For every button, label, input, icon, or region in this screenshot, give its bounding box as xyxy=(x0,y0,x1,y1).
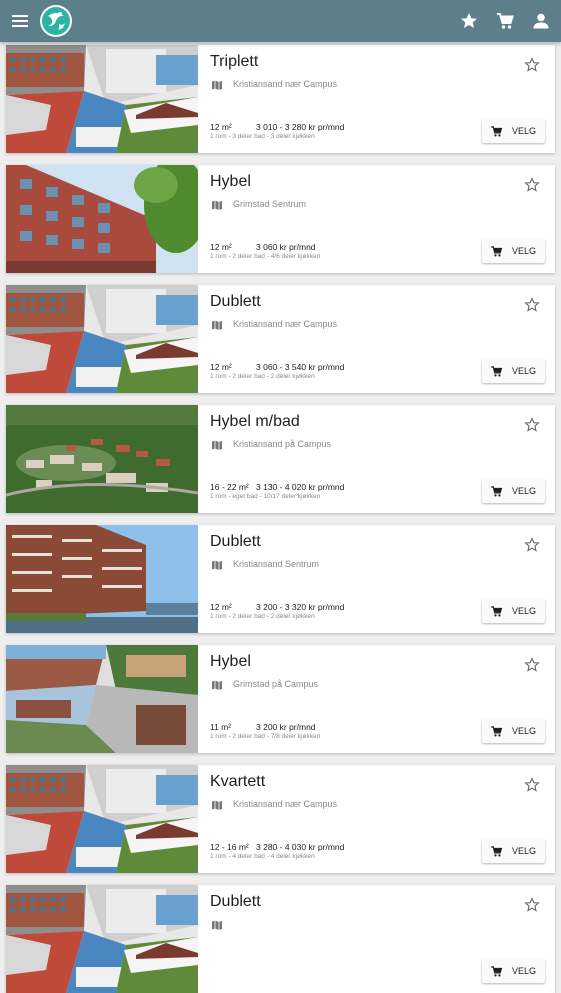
cart-icon xyxy=(491,246,503,257)
listing-area: 12 m² xyxy=(210,242,232,252)
listing-area: 11 m² xyxy=(210,722,232,732)
cart-icon xyxy=(491,846,503,857)
listing-image xyxy=(6,405,198,513)
velg-button[interactable]: VELG xyxy=(482,599,545,623)
listing-location: Grimstad på Campus xyxy=(233,679,319,689)
listing-details: 1 rom - eget bad - 10/17 deler kjøkken xyxy=(210,493,321,500)
map-icon xyxy=(212,200,222,210)
listing-image xyxy=(6,45,198,153)
listing-card-8[interactable]: Dublett VELG xyxy=(6,885,555,993)
favorite-star-icon[interactable] xyxy=(524,897,540,913)
cart-icon xyxy=(491,486,503,497)
velg-button-label: VELG xyxy=(512,726,537,736)
listing-details: 1 rom - 2 deler bad - 2 deler kjøkken xyxy=(210,373,315,380)
listing-area: 12 m² xyxy=(210,122,232,132)
listing-card-6[interactable]: Hybel Grimstad på Campus 11 m² 3 200 kr … xyxy=(6,645,555,753)
favorite-star-icon[interactable] xyxy=(524,417,540,433)
map-icon xyxy=(212,920,222,930)
listing-price: 3 060 - 3 540 kr pr/mnd xyxy=(256,362,345,372)
map-icon xyxy=(212,80,222,90)
listing-title: Dublett xyxy=(210,293,261,310)
cart-icon xyxy=(491,966,503,977)
map-icon xyxy=(212,440,222,450)
velg-button-label: VELG xyxy=(512,846,537,856)
app-bar xyxy=(0,0,561,42)
favorite-star-icon[interactable] xyxy=(524,657,540,673)
listing-image xyxy=(6,885,198,993)
listing-image xyxy=(6,525,198,633)
map-icon xyxy=(212,680,222,690)
listing-details: 1 rom - 2 deler bad - 7/8 deler kjøkken xyxy=(210,733,321,740)
sia-logo[interactable] xyxy=(39,4,73,38)
listing-card-2[interactable]: Hybel Grimstad Sentrum 12 m² 3 060 kr pr… xyxy=(6,165,555,273)
menu-icon[interactable] xyxy=(11,12,29,30)
map-icon xyxy=(212,560,222,570)
listing-price: 3 200 - 3 320 kr pr/mnd xyxy=(256,602,345,612)
listing-image xyxy=(6,285,198,393)
favorite-star-icon[interactable] xyxy=(524,177,540,193)
favorites-star-icon[interactable] xyxy=(459,11,479,31)
listing-price: 3 130 - 4 020 kr pr/mnd xyxy=(256,482,345,492)
account-icon[interactable] xyxy=(531,11,551,31)
listing-card-1[interactable]: Triplett Kristiansand nær Campus 12 m² 3… xyxy=(6,45,555,153)
favorite-star-icon[interactable] xyxy=(524,537,540,553)
listing-title: Dublett xyxy=(210,893,261,910)
velg-button-label: VELG xyxy=(512,366,537,376)
listing-title: Kvartett xyxy=(210,773,266,790)
listing-card-3[interactable]: Dublett Kristiansand nær Campus 12 m² 3 … xyxy=(6,285,555,393)
listing-title: Dublett xyxy=(210,533,261,550)
listing-title: Hybel m/bad xyxy=(210,413,300,430)
cart-icon xyxy=(491,726,503,737)
cart-icon xyxy=(491,606,503,617)
velg-button[interactable]: VELG xyxy=(482,839,545,863)
listing-price: 3 200 kr pr/mnd xyxy=(256,722,316,732)
cart-icon[interactable] xyxy=(495,11,515,31)
listing-image xyxy=(6,645,198,753)
velg-button-label: VELG xyxy=(512,126,537,136)
listing-card-4[interactable]: Hybel m/bad Kristiansand på Campus 16 - … xyxy=(6,405,555,513)
listing-location: Kristiansand Sentrum xyxy=(233,559,320,569)
map-icon xyxy=(212,800,222,810)
velg-button[interactable]: VELG xyxy=(482,359,545,383)
velg-button[interactable]: VELG xyxy=(482,719,545,743)
listing-title: Hybel xyxy=(210,173,251,190)
favorite-star-icon[interactable] xyxy=(524,297,540,313)
listing-area: 16 - 22 m² xyxy=(210,482,249,492)
favorite-star-icon[interactable] xyxy=(524,57,540,73)
map-icon xyxy=(212,320,222,330)
listing-card-7[interactable]: Kvartett Kristiansand nær Campus 12 - 16… xyxy=(6,765,555,873)
velg-button-label: VELG xyxy=(512,606,537,616)
cart-icon xyxy=(491,126,503,137)
listing-title: Triplett xyxy=(210,53,259,70)
listing-card-5[interactable]: Dublett Kristiansand Sentrum 12 m² 3 200… xyxy=(6,525,555,633)
listing-details: 1 rom - 3 deler bad - 3 deler kjøkken xyxy=(210,133,315,140)
listing-details: 1 rom - 2 deler bad - 4/6 deler kjøkken xyxy=(210,253,321,260)
listing-price: 3 280 - 4 030 kr pr/mnd xyxy=(256,842,345,852)
listing-area: 12 m² xyxy=(210,602,232,612)
listing-location: Grimstad Sentrum xyxy=(233,199,307,209)
listing-image xyxy=(6,765,198,873)
velg-button-label: VELG xyxy=(512,246,537,256)
cart-icon xyxy=(491,366,503,377)
listing-price: 3 060 kr pr/mnd xyxy=(256,242,316,252)
listing-location: Kristiansand nær Campus xyxy=(233,79,338,89)
velg-button[interactable]: VELG xyxy=(482,239,545,263)
listing-area: 12 m² xyxy=(210,362,232,372)
listing-location: Kristiansand på Campus xyxy=(233,439,332,449)
velg-button-label: VELG xyxy=(512,966,537,976)
velg-button[interactable]: VELG xyxy=(482,959,545,983)
listing-location: Kristiansand nær Campus xyxy=(233,799,338,809)
listing-title: Hybel xyxy=(210,653,251,670)
velg-button-label: VELG xyxy=(512,486,537,496)
listing-details: 1 rom - 2 deler bad - 2 deler kjøkken xyxy=(210,613,315,620)
velg-button[interactable]: VELG xyxy=(482,119,545,143)
listing-image xyxy=(6,165,198,273)
listing-price: 3 010 - 3 280 kr pr/mnd xyxy=(256,122,345,132)
velg-button[interactable]: VELG xyxy=(482,479,545,503)
listing-area: 12 - 16 m² xyxy=(210,842,249,852)
listing-location: Kristiansand nær Campus xyxy=(233,319,338,329)
listing-details: 1 rom - 4 deler bad - 4 deler kjøkken xyxy=(210,853,315,860)
favorite-star-icon[interactable] xyxy=(524,777,540,793)
